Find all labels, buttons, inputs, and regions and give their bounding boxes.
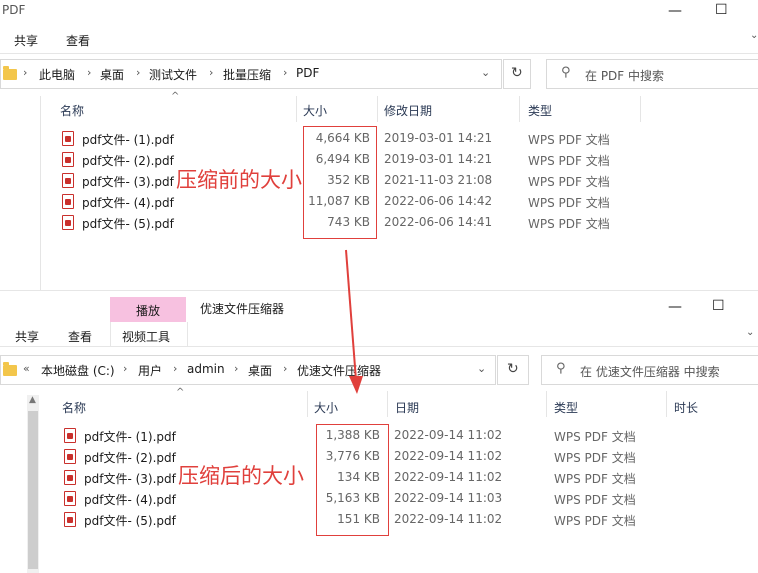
comparison-arrow bbox=[345, 249, 363, 394]
arrow-head-icon bbox=[349, 376, 363, 394]
arrow-shaft bbox=[345, 249, 357, 381]
